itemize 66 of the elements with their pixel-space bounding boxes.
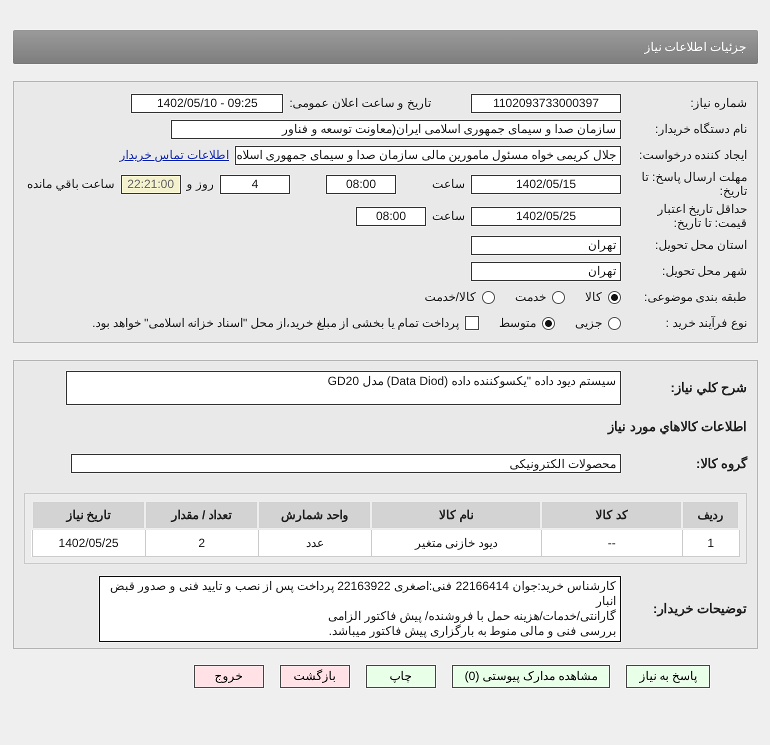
field-label: مهلت ارسال پاسخ: تا تاریخ: bbox=[640, 170, 747, 198]
value-field: 1102093733000397 bbox=[471, 94, 621, 112]
notes-text: بررسی فنی و مالی منوط به بارگزاری پیش فاکتور میباشد. bbox=[328, 624, 616, 638]
field-label: تاریخ و ساعت اعلان عمومی: bbox=[289, 95, 431, 112]
field-label: ساعت باقي مانده bbox=[26, 176, 115, 193]
column-header: تعداد / مقدار bbox=[145, 500, 258, 528]
table-cell: دیود خازنی متغیر bbox=[371, 528, 542, 556]
value-field: 1402/05/10 - 09:25 bbox=[131, 94, 284, 112]
field-label: ایجاد کننده درخواست: bbox=[638, 148, 747, 162]
radio-button[interactable] bbox=[542, 316, 555, 330]
field-label: استان محل تحویل: bbox=[654, 238, 747, 252]
value-field: 22:21:00 bbox=[120, 174, 181, 194]
value-field: 1402/05/15 bbox=[471, 174, 621, 194]
radio-label: متوسط bbox=[499, 315, 536, 332]
radio-label: کالا/خدمت bbox=[424, 289, 476, 306]
checkbox-label: پرداخت تمام یا بخشی از مبلغ خرید،از محل "اسناد خزانه اسلامی" خواهد بود. bbox=[92, 315, 459, 332]
column-header: کد کالا bbox=[541, 500, 682, 528]
radio-button[interactable] bbox=[552, 290, 565, 304]
action-button[interactable]: چاپ bbox=[366, 664, 436, 688]
field-label: گروه کالا: bbox=[695, 456, 747, 472]
table-cell: عدد bbox=[258, 528, 372, 556]
field-label: نام دستگاه خریدار: bbox=[654, 122, 747, 136]
column-header: نام کالا bbox=[371, 500, 542, 528]
field-label: شهر محل تحویل: bbox=[660, 264, 747, 278]
table-cell: 2 bbox=[145, 528, 258, 556]
field-label: طبقه بندی موضوعی: bbox=[642, 290, 747, 304]
value-field: 08:00 bbox=[356, 206, 426, 226]
field-label: توضیحات خریدار: bbox=[652, 600, 747, 616]
column-header: ردیف bbox=[682, 500, 739, 528]
action-button[interactable]: مشاهده مدارک پیوستی (0) bbox=[452, 664, 610, 688]
value-field: 08:00 bbox=[326, 174, 396, 194]
value-field: جلال کریمی خواه مسئول مامورین مالی سازمان صدا و سیمای جمهوری اسلاه bbox=[235, 146, 621, 164]
field-label: ساعت bbox=[432, 208, 465, 225]
column-header: تاریخ نیاز bbox=[32, 500, 146, 528]
field-label: نوع فرآیند خرید : bbox=[664, 316, 747, 330]
value-field: سازمان صدا و سیمای جمهوری اسلامی ایران(معاونت توسعه و فناور bbox=[171, 120, 621, 138]
notes-text: گارانتی/خدمات/هزینه حمل با فروشنده/ پیش فاکتور الزامی bbox=[326, 608, 616, 624]
value-field: تهران bbox=[471, 236, 621, 254]
value-field: محصولات الکترونیکی bbox=[71, 454, 621, 473]
notes-text: کارشناس خرید:جوان 22166414 فنی:اصغری 22163922 پرداخت پس از نصب و تایید فنی و صدور قبض انبار bbox=[108, 578, 616, 608]
radio-button[interactable] bbox=[608, 316, 621, 330]
table-cell: 1402/05/25 bbox=[32, 528, 146, 556]
section-heading: اطلاعات کالاهاي مورد نیاز bbox=[606, 418, 747, 436]
action-button[interactable]: بازگشت bbox=[280, 664, 350, 688]
field-label: حداقل تاریخ اعتبار قیمت: تا تاریخ: bbox=[656, 202, 747, 230]
action-button[interactable]: خروج bbox=[194, 664, 264, 688]
table-cell: -- bbox=[541, 528, 682, 556]
field-label: شماره نیاز: bbox=[689, 96, 747, 110]
checkbox[interactable] bbox=[465, 316, 479, 330]
radio-button[interactable] bbox=[482, 290, 495, 304]
page-title: جزئیات اطلاعات نیاز bbox=[644, 39, 746, 56]
table-cell: 1 bbox=[682, 528, 739, 556]
radio-label: خدمت bbox=[515, 289, 546, 306]
field-label: شرح کلي نیاز: bbox=[669, 380, 747, 396]
value-field: سیستم دیود داده "یکسوکننده داده (Data Diod) مدل GD20 bbox=[66, 371, 621, 405]
column-header: واحد شمارش bbox=[258, 500, 372, 528]
radio-label: کالا bbox=[585, 289, 602, 306]
value-field: تهران bbox=[471, 262, 621, 280]
action-button[interactable]: پاسخ به نیاز bbox=[626, 664, 710, 688]
radio-label: جزیی bbox=[575, 315, 602, 332]
field-label: ساعت bbox=[432, 176, 465, 193]
value-field: 4 bbox=[220, 174, 290, 194]
field-label: روز و bbox=[186, 176, 214, 193]
contact-link[interactable]: اطلاعات تماس خریدار bbox=[119, 146, 229, 164]
value-field: 1402/05/25 bbox=[471, 206, 621, 226]
radio-button[interactable] bbox=[608, 290, 621, 304]
